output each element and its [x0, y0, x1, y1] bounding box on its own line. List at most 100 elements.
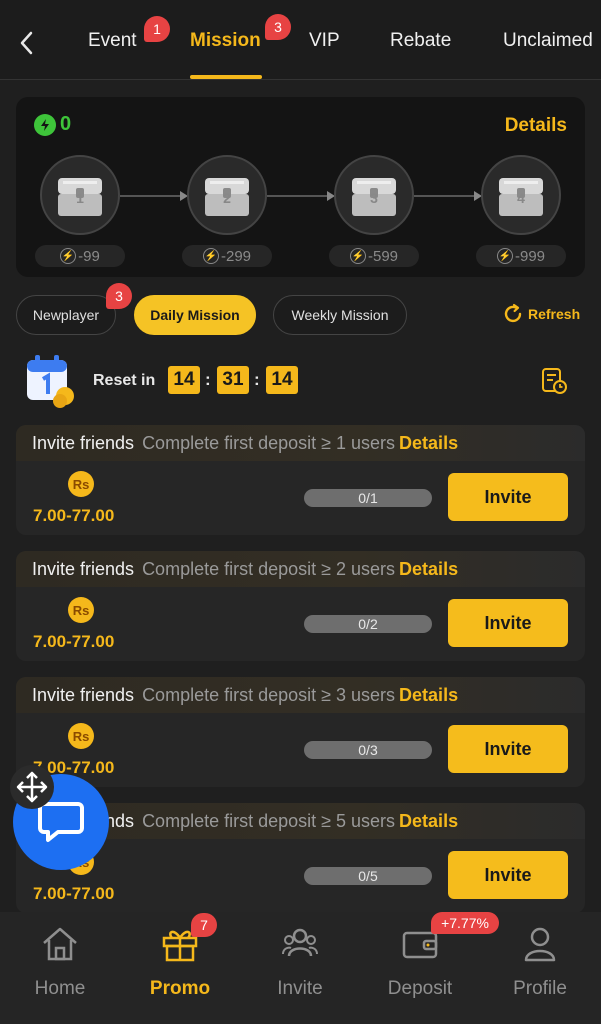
invite-icon	[282, 928, 318, 957]
chest-progress-card: 0 Details 1 2 3 4 ⚡ -99 ⚡ -299 ⚡ -599 ⚡ …	[16, 97, 585, 277]
chest-number: 4	[517, 190, 525, 206]
refresh-button[interactable]: Refresh	[502, 303, 580, 325]
chest-details-link[interactable]: Details	[505, 115, 567, 137]
reset-label: Reset in	[93, 372, 156, 389]
profile-icon	[524, 927, 556, 962]
chest-number: 3	[370, 190, 378, 206]
rupee-coin-icon: Rs	[68, 597, 94, 623]
timer-colon: :	[254, 370, 260, 389]
mission-title: Invite friends	[32, 558, 135, 579]
mission-progress: 0/5	[304, 867, 432, 885]
nav-home-label: Home	[34, 978, 86, 999]
nav-promo-label: Promo	[149, 978, 211, 999]
tab-event-badge: 1	[144, 16, 170, 42]
nav-deposit-label: Deposit	[387, 978, 453, 999]
tab-rebate[interactable]: Rebate	[390, 30, 451, 52]
move-arrows-icon	[16, 771, 48, 803]
mission-description: Complete first deposit ≥ 1 users	[142, 432, 396, 453]
energy-balance: 0	[34, 113, 71, 136]
chevron-left-icon	[20, 31, 33, 55]
mission-progress: 0/1	[304, 489, 432, 507]
chest-cost: ⚡ -299	[182, 245, 272, 267]
chest-cost-value: -99	[78, 247, 100, 265]
invite-button[interactable]: Invite	[448, 599, 568, 647]
mission-description: Complete first deposit ≥ 5 users	[142, 810, 396, 831]
nav-invite[interactable]: Invite	[250, 924, 350, 1014]
mission-header: Invite friends Complete first deposit ≥ …	[16, 677, 585, 713]
chest-connector	[414, 191, 482, 201]
promo-badge: 7	[191, 913, 217, 937]
mission-record-icon[interactable]	[540, 367, 568, 395]
invite-button[interactable]: Invite	[448, 473, 568, 521]
mission-type-weekly[interactable]: Weekly Mission	[273, 295, 407, 335]
chest-cost-value: -999	[514, 247, 546, 265]
tab-event[interactable]: Event	[88, 30, 137, 52]
timer-seconds: 14	[266, 366, 298, 394]
newplayer-badge: 3	[106, 283, 132, 309]
chest-number: 2	[223, 190, 231, 206]
mission-card: Invite friends Complete first deposit ≥ …	[16, 677, 585, 787]
chest-cost: ⚡ -99	[35, 245, 125, 267]
timer-hours: 14	[168, 366, 200, 394]
mission-title: Invite friends	[32, 684, 135, 705]
mission-details-link[interactable]: Details	[399, 811, 458, 832]
nav-home[interactable]: Home	[10, 924, 110, 1014]
mission-reward: 7.00-77.00	[33, 506, 115, 525]
chest-number: 1	[76, 190, 84, 206]
chat-bubble-icon	[38, 802, 84, 842]
mission-details-link[interactable]: Details	[399, 433, 458, 454]
refresh-label: Refresh	[528, 306, 581, 322]
rupee-coin-icon: Rs	[68, 471, 94, 497]
treasure-chest-1[interactable]: 1	[40, 155, 120, 235]
tab-mission[interactable]: Mission	[190, 30, 261, 52]
invite-button[interactable]: Invite	[448, 851, 568, 899]
mission-card: Invite friends Complete first deposit ≥ …	[16, 551, 585, 661]
back-button[interactable]	[14, 26, 40, 60]
mission-description: Complete first deposit ≥ 3 users	[142, 684, 396, 705]
lightning-icon: ⚡	[349, 248, 366, 264]
mission-reward: 7.00-77.00	[33, 632, 115, 651]
mission-progress: 0/2	[304, 615, 432, 633]
lightning-icon: ⚡	[496, 248, 513, 264]
nav-deposit[interactable]: Deposit	[370, 924, 470, 1014]
nav-profile[interactable]: Profile	[490, 924, 590, 1014]
mission-title: Invite friends	[32, 432, 135, 453]
refresh-icon	[504, 303, 522, 323]
mission-details-link[interactable]: Details	[399, 559, 458, 580]
chest-cost-value: -299	[220, 247, 252, 265]
nav-promo[interactable]: Promo	[130, 924, 230, 1014]
mission-header: Invite friends Complete first deposit ≥ …	[16, 425, 585, 461]
energy-value: 0	[60, 113, 72, 135]
chest-cost: ⚡ -999	[476, 245, 566, 267]
lightning-icon	[34, 113, 56, 136]
mission-card: Invite friends Complete first deposit ≥ …	[16, 425, 585, 535]
treasure-chest-4[interactable]: 4	[481, 155, 561, 235]
lightning-icon: ⚡	[202, 248, 219, 264]
mission-header: Invite friends Complete first deposit ≥ …	[16, 551, 585, 587]
tab-unclaimed[interactable]: Unclaimed	[503, 30, 593, 52]
tab-mission-badge: 3	[265, 14, 291, 40]
deposit-bonus-badge: +7.77%	[431, 912, 499, 934]
home-icon	[43, 927, 77, 961]
nav-profile-label: Profile	[513, 978, 567, 999]
lightning-icon: ⚡	[60, 248, 77, 264]
promo-mission-screen: Event 1 Mission 3 VIP Rebate Unclaimed 0…	[0, 0, 601, 1024]
mission-progress: 0/3	[304, 741, 432, 759]
chest-cost-value: -599	[367, 247, 399, 265]
mission-type-newplayer[interactable]: Newplayer	[16, 295, 116, 335]
chest-connector	[267, 191, 335, 201]
mission-description: Complete first deposit ≥ 2 users	[142, 558, 396, 579]
chest-connector	[120, 191, 188, 201]
bottom-navigation: Home Promo Invite Deposit Profile	[0, 912, 601, 1024]
drag-handle[interactable]	[10, 765, 54, 809]
active-tab-indicator	[190, 75, 262, 79]
tab-vip[interactable]: VIP	[309, 30, 340, 52]
rupee-coin-icon: Rs	[68, 723, 94, 749]
treasure-chest-2[interactable]: 2	[187, 155, 267, 235]
treasure-chest-3[interactable]: 3	[334, 155, 414, 235]
invite-button[interactable]: Invite	[448, 725, 568, 773]
mission-details-link[interactable]: Details	[399, 685, 458, 706]
chest-cost: ⚡ -599	[329, 245, 419, 267]
mission-type-daily[interactable]: Daily Mission	[134, 295, 256, 335]
mission-reward: 7.00-77.00	[33, 884, 115, 903]
